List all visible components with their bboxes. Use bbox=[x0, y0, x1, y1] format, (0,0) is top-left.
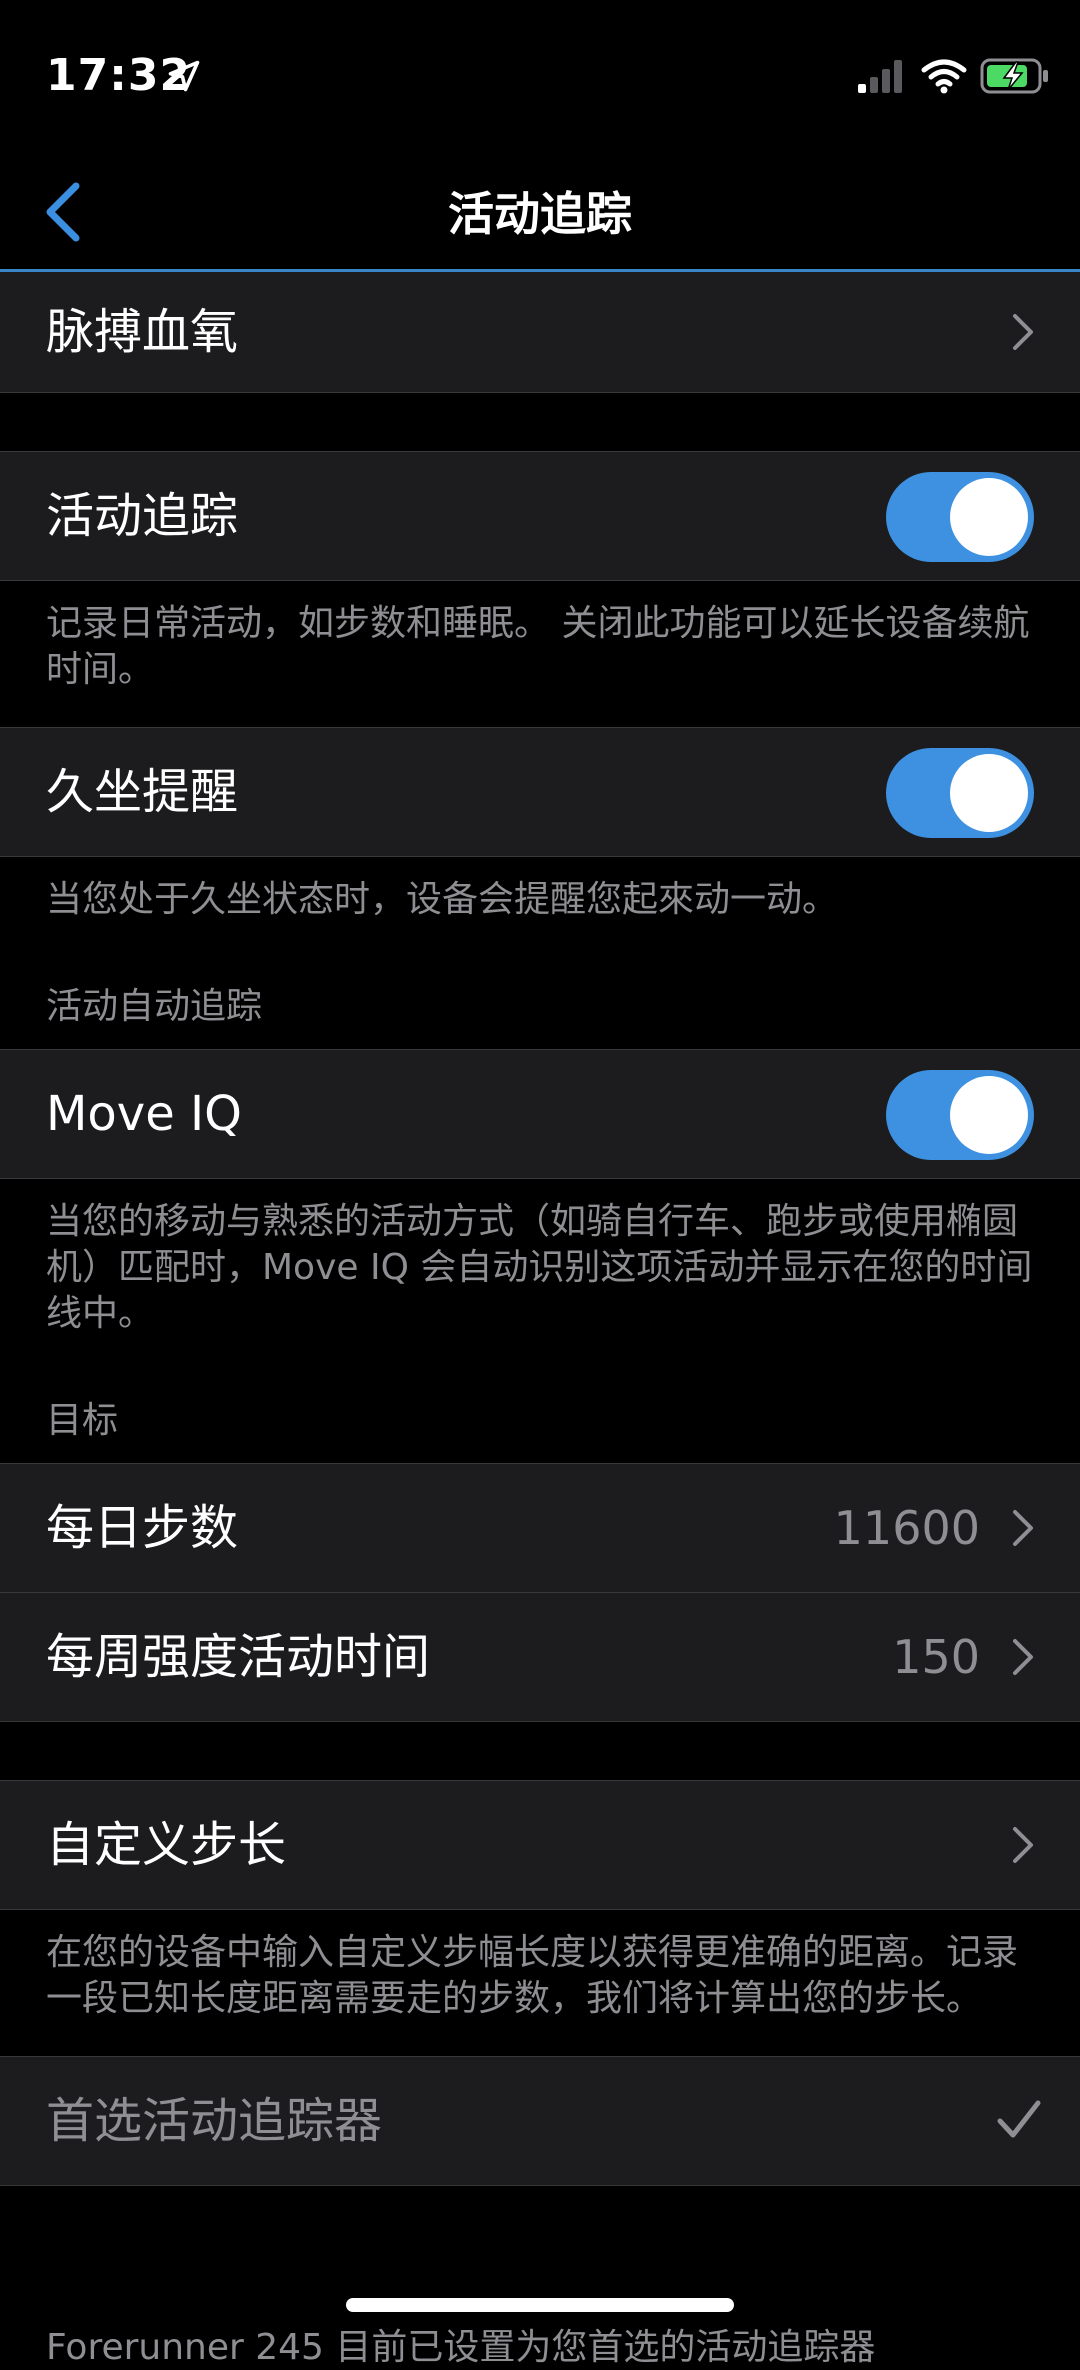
move-alert-toggle[interactable] bbox=[886, 748, 1034, 838]
wifi-icon bbox=[921, 59, 967, 94]
row-label: 活动追踪 bbox=[46, 488, 239, 544]
move-iq-footer: 当您的移动与熟悉的活动方式（如骑自行车、跑步或使用椭圆机）匹配时，Move IQ… bbox=[46, 1201, 1033, 1334]
row-value: 150 bbox=[892, 1630, 980, 1684]
activity-tracking-footer: 记录日常活动，如步数和睡眠。 关闭此功能可以延长设备续航时间。 bbox=[46, 603, 1030, 690]
section-header-goals: 目标 bbox=[46, 1400, 119, 1441]
section-header-auto-tracking: 活动自动追踪 bbox=[46, 986, 263, 1027]
chevron-right-icon bbox=[1013, 314, 1033, 350]
row-label: 久坐提醒 bbox=[46, 764, 239, 820]
row-value: 11600 bbox=[833, 1501, 980, 1555]
chevron-right-icon bbox=[1013, 1827, 1033, 1863]
chevron-right-icon bbox=[1013, 1510, 1033, 1546]
move-iq-toggle[interactable] bbox=[886, 1070, 1034, 1160]
settings-list: 脉搏血氧 活动追踪 记录日常活动，如步数和睡眠。 关闭此功能可以延长设备续航时间… bbox=[0, 272, 1080, 2186]
battery-charging-icon bbox=[980, 58, 1048, 94]
preferred-tracker-footer: Forerunner 245 目前已设置为您首选的活动追踪器 bbox=[46, 2327, 876, 2368]
row-custom-stride[interactable]: 自定义步长 bbox=[0, 1780, 1080, 1910]
toggle-knob bbox=[950, 754, 1028, 832]
checkmark-icon bbox=[997, 2100, 1041, 2138]
home-indicator[interactable] bbox=[346, 2298, 734, 2312]
toggle-knob bbox=[950, 1076, 1028, 1154]
page-title: 活动追踪 bbox=[448, 187, 632, 241]
chevron-right-icon bbox=[1013, 1639, 1033, 1675]
row-move-iq: Move IQ bbox=[0, 1049, 1080, 1179]
row-label: 脉搏血氧 bbox=[46, 304, 239, 360]
row-weekly-intensity[interactable]: 每周强度活动时间 150 bbox=[0, 1593, 1080, 1722]
row-label: 自定义步长 bbox=[46, 1817, 287, 1873]
row-label: 每周强度活动时间 bbox=[46, 1629, 431, 1685]
cellular-signal-icon bbox=[858, 60, 902, 93]
custom-stride-footer: 在您的设备中输入自定义步幅长度以获得更准确的距离。记录一段已知长度距离需要走的步… bbox=[46, 1932, 1019, 2019]
row-label: Move IQ bbox=[46, 1086, 242, 1142]
row-daily-steps[interactable]: 每日步数 11600 bbox=[0, 1463, 1080, 1593]
row-move-alert: 久坐提醒 bbox=[0, 727, 1080, 857]
move-alert-footer: 当您处于久坐状态时，设备会提醒您起來动一动。 bbox=[46, 879, 839, 920]
activity-tracking-toggle[interactable] bbox=[886, 472, 1034, 562]
status-bar: 17:32 bbox=[0, 0, 1080, 150]
row-preferred-tracker[interactable]: 首选活动追踪器 bbox=[0, 2056, 1080, 2186]
toggle-knob bbox=[950, 478, 1028, 556]
row-pulse-ox[interactable]: 脉搏血氧 bbox=[0, 272, 1080, 393]
row-label: 首选活动追踪器 bbox=[46, 2093, 383, 2149]
row-label: 每日步数 bbox=[46, 1500, 239, 1556]
location-arrow-icon bbox=[168, 60, 200, 92]
navigation-bar: 活动追踪 bbox=[0, 150, 1080, 272]
row-activity-tracking: 活动追踪 bbox=[0, 451, 1080, 581]
